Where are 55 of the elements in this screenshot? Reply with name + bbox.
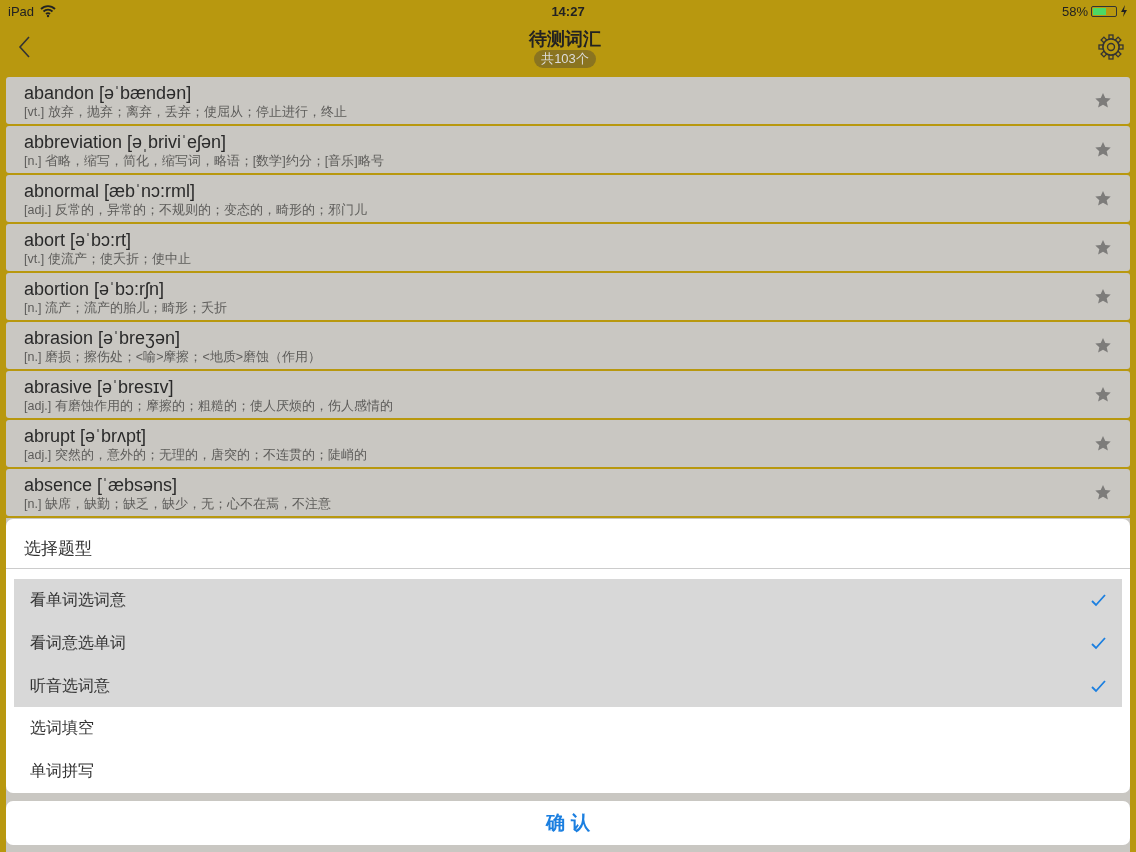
charging-icon <box>1120 5 1128 17</box>
wifi-icon <box>40 4 57 18</box>
word-text: abnormal [æbˈnɔ:rml] <box>24 179 197 202</box>
battery-percent: 58% <box>1061 3 1088 19</box>
page-title: 待测词汇 <box>529 27 601 51</box>
word-meaning: [vt.] 放弃，抛弃；离弃，丢弃；使屈从；停止进行，终止 <box>24 103 348 120</box>
word-row[interactable]: abrupt [əˈbrʌpt] [adj.] 突然的，意外的；无理的，唐突的；不连贯的；陡峭的 <box>6 420 1130 467</box>
word-meaning: [n.] 流产；流产的胎儿；畸形；夭折 <box>24 299 228 316</box>
word-meaning: [vt.] 使流产；使夭折；使中止 <box>24 250 192 267</box>
word-row[interactable]: abnormal [æbˈnɔ:rml] [adj.] 反常的，异常的；不规则的；变态的，畸形的；邪门儿 <box>6 175 1130 222</box>
check-icon <box>1091 679 1106 693</box>
word-text: abbreviation [əˌbriviˈeʃən] <box>24 130 228 153</box>
word-row[interactable]: abbreviation [əˌbriviˈeʃən] [n.] 省略，缩写，简化，缩写词，略语；[数学]约分；[音乐]略号 <box>6 126 1130 173</box>
star-icon[interactable] <box>1094 190 1112 207</box>
word-row[interactable]: abort [əˈbɔ:rt] [vt.] 使流产；使夭折；使中止 <box>6 224 1130 271</box>
word-row[interactable]: abrasion [əˈbreʒən] [n.] 磨损；擦伤处；<喻>摩擦；<地质>磨蚀（作用） <box>6 322 1130 369</box>
device-name: iPad <box>8 3 35 19</box>
word-text: abrasion [əˈbreʒən] <box>24 326 181 349</box>
clock: 14:27 <box>551 3 585 19</box>
word-text: abrasive [əˈbresɪv] <box>24 375 175 398</box>
word-meaning: [n.] 缺席，缺勤；缺乏，缺少，无；心不在焉，不注意 <box>24 495 332 512</box>
word-text: abortion [əˈbɔ:rʃn] <box>24 277 166 300</box>
question-type-option[interactable]: 看词意选单词 <box>14 621 1122 665</box>
word-text: abrupt [əˈbrʌpt] <box>24 424 148 447</box>
back-icon <box>18 35 32 59</box>
star-icon[interactable] <box>1094 386 1112 403</box>
star-icon[interactable] <box>1094 141 1112 158</box>
word-meaning: [adj.] 有磨蚀作用的；摩擦的；粗糙的；使人厌烦的，伤人感情的 <box>24 397 394 414</box>
word-meaning: [n.] 磨损；擦伤处；<喻>摩擦；<地质>磨蚀（作用） <box>24 348 323 365</box>
word-row[interactable]: abrasive [əˈbresɪv] [adj.] 有磨蚀作用的；摩擦的；粗糙的；使人厌烦的，伤人感情的 <box>6 371 1130 418</box>
star-icon[interactable] <box>1094 435 1112 452</box>
question-type-option[interactable]: 听音选词意 <box>14 664 1122 708</box>
word-text: abandon [əˈbændən] <box>24 81 193 104</box>
star-icon[interactable] <box>1094 92 1112 109</box>
count-badge: 共103个 <box>534 49 596 68</box>
star-icon[interactable] <box>1094 337 1112 354</box>
star-icon[interactable] <box>1094 239 1112 256</box>
word-row[interactable]: abortion [əˈbɔ:rʃn] [n.] 流产；流产的胎儿；畸形；夭折 <box>6 273 1130 320</box>
star-icon[interactable] <box>1094 288 1112 305</box>
settings-button[interactable] <box>1096 32 1126 62</box>
check-icon <box>1091 593 1106 607</box>
star-icon[interactable] <box>1094 484 1112 501</box>
word-text: absence [ˈæbsəns] <box>24 473 179 496</box>
word-meaning: [adj.] 突然的，意外的；无理的，唐突的；不连贯的；陡峭的 <box>24 446 368 463</box>
word-meaning: [adj.] 反常的，异常的；不规则的；变态的，畸形的；邪门儿 <box>24 201 368 218</box>
settings-icon <box>1098 34 1124 60</box>
check-icon <box>1091 636 1106 650</box>
word-row[interactable]: absence [ˈæbsəns] [n.] 缺席，缺勤；缺乏，缺少，无；心不在焉，不注意 <box>6 469 1130 516</box>
word-row[interactable]: abandon [əˈbændən] [vt.] 放弃，抛弃；离弃，丢弃；使屈从；停止进行，终止 <box>6 77 1130 124</box>
word-meaning: [n.] 省略，缩写，简化，缩写词，略语；[数学]约分；[音乐]略号 <box>24 152 385 169</box>
word-text: abort [əˈbɔ:rt] <box>24 228 133 251</box>
battery-icon <box>1091 5 1117 17</box>
confirm-button[interactable]: 确 认 <box>6 801 1130 845</box>
question-type-option[interactable]: 看单词选词意 <box>14 578 1122 622</box>
sheet-title: 选择题型 <box>23 538 93 560</box>
